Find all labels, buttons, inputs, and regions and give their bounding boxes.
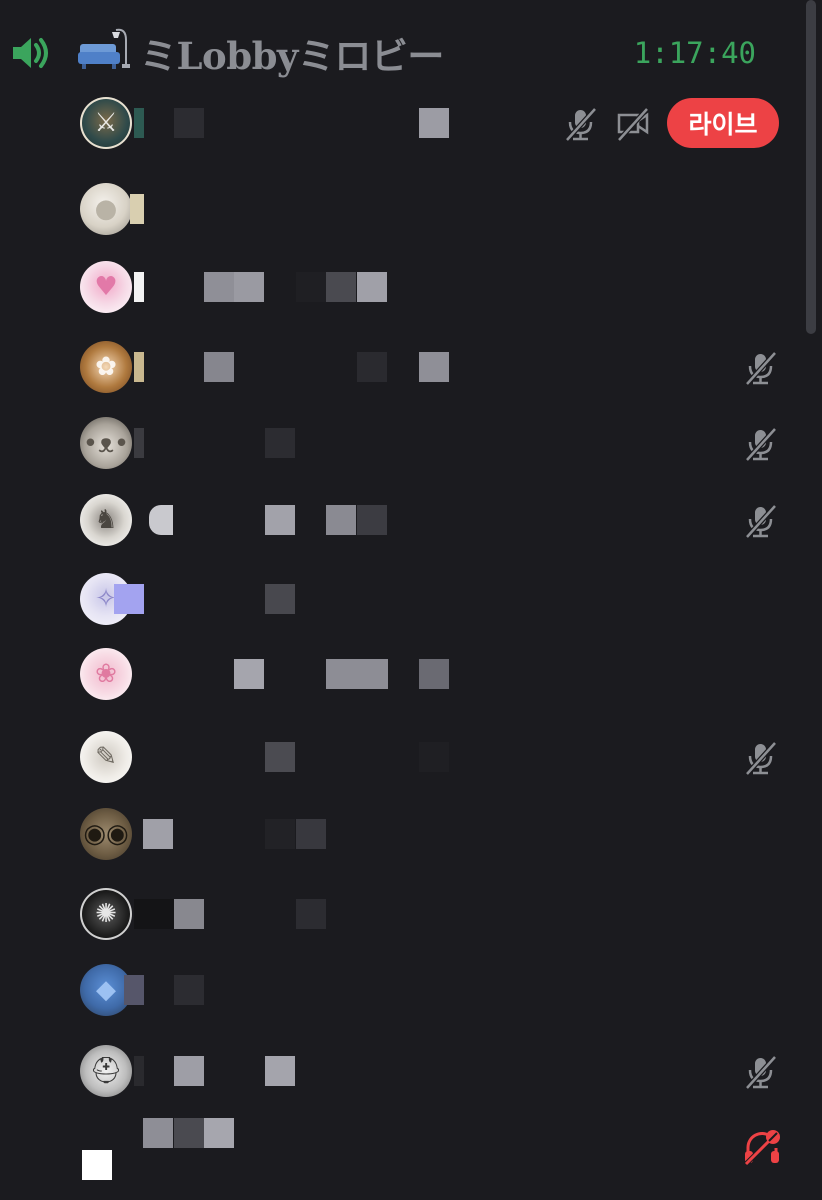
redacted-name-block bbox=[357, 505, 387, 535]
redacted-name-block bbox=[419, 659, 449, 689]
avatar: ⛑ bbox=[80, 1045, 132, 1097]
member-row[interactable]: ❀ bbox=[0, 643, 800, 705]
avatar: •ᴥ• bbox=[80, 417, 132, 469]
redacted-name-block bbox=[265, 428, 295, 458]
member-row[interactable]: ✿ bbox=[0, 336, 800, 398]
redacted-name-block bbox=[265, 1056, 295, 1086]
redacted-name-block bbox=[419, 742, 449, 772]
redacted-name-block bbox=[234, 659, 264, 689]
redacted-name-block bbox=[296, 819, 326, 849]
voice-channel-header[interactable]: ミLobbyミロビー 1:17:40 bbox=[0, 0, 800, 100]
redacted-name-block bbox=[204, 1118, 234, 1148]
avatar: ✎ bbox=[80, 731, 132, 783]
redacted-name-block bbox=[130, 194, 144, 224]
speaker-icon bbox=[13, 38, 48, 68]
call-timer: 1:17:40 bbox=[633, 36, 756, 70]
member-row[interactable] bbox=[0, 1102, 800, 1164]
avatar: ✺ bbox=[80, 888, 132, 940]
redacted-name-block bbox=[124, 975, 144, 1005]
deafened-headphones-icon bbox=[744, 1130, 780, 1166]
avatar: ♞ bbox=[80, 494, 132, 546]
redacted-name-block bbox=[134, 272, 144, 302]
member-row[interactable]: ◉◉ bbox=[0, 803, 800, 865]
mic-muted-icon bbox=[745, 427, 777, 462]
redacted-name-block bbox=[357, 272, 387, 302]
avatar-icon: ✺ bbox=[95, 899, 117, 929]
redacted-name-block bbox=[134, 352, 144, 382]
member-row[interactable]: ✺ bbox=[0, 883, 800, 945]
mic-muted-icon bbox=[565, 107, 597, 142]
redacted-name-block bbox=[204, 272, 234, 302]
redacted-name-block bbox=[149, 505, 173, 535]
avatar-icon: ✿ bbox=[95, 352, 117, 382]
avatar: ✿ bbox=[80, 341, 132, 393]
redacted-name-block bbox=[174, 1056, 204, 1086]
redacted-name-block bbox=[143, 819, 173, 849]
channel-name: ミLobbyミロビー bbox=[140, 34, 444, 78]
avatar: ❀ bbox=[80, 648, 132, 700]
avatar-icon: •ᴥ• bbox=[82, 428, 130, 459]
mic-muted-icon bbox=[745, 504, 777, 539]
redacted-name-block bbox=[265, 584, 295, 614]
redacted-name-block bbox=[134, 108, 144, 138]
avatar-icon: ⚔ bbox=[94, 108, 118, 138]
member-row[interactable]: ⚔ 라이브 bbox=[0, 92, 800, 154]
avatar bbox=[82, 1150, 112, 1180]
redacted-name-block bbox=[296, 272, 326, 302]
member-row[interactable]: ◆ bbox=[0, 959, 800, 1021]
redacted-name-block bbox=[265, 742, 295, 772]
redacted-name-block bbox=[134, 1056, 144, 1086]
redacted-name-block bbox=[204, 352, 234, 382]
redacted-name-block bbox=[326, 272, 356, 302]
mic-muted-icon bbox=[745, 1055, 777, 1090]
redacted-name-block bbox=[326, 659, 388, 689]
avatar: ◉◉ bbox=[80, 808, 132, 860]
member-row[interactable]: ⛑ bbox=[0, 1040, 800, 1102]
mic-muted-icon bbox=[745, 351, 777, 386]
avatar: ● bbox=[80, 183, 132, 235]
avatar-icon: ⛑ bbox=[89, 1056, 123, 1086]
scrollbar-thumb[interactable] bbox=[806, 0, 816, 334]
avatar-icon: ♞ bbox=[94, 505, 118, 535]
mic-muted-icon bbox=[745, 741, 777, 776]
member-row[interactable]: ♥ bbox=[0, 256, 800, 318]
avatar-icon: ♥ bbox=[94, 272, 118, 302]
avatar: ♥ bbox=[80, 261, 132, 313]
redacted-name-block bbox=[174, 1118, 204, 1148]
redacted-name-block bbox=[265, 505, 295, 535]
redacted-name-block bbox=[326, 505, 356, 535]
member-row[interactable]: ✧ bbox=[0, 568, 800, 630]
redacted-name-block bbox=[265, 819, 295, 849]
redacted-name-block bbox=[134, 899, 174, 929]
redacted-name-block bbox=[134, 428, 144, 458]
avatar-icon: ● bbox=[94, 194, 118, 224]
redacted-name-block bbox=[234, 272, 264, 302]
redacted-name-block bbox=[174, 108, 204, 138]
member-row[interactable]: •ᴥ• bbox=[0, 412, 800, 474]
avatar-icon: ❀ bbox=[95, 659, 117, 689]
member-row[interactable]: ♞ bbox=[0, 489, 800, 551]
redacted-name-block bbox=[419, 352, 449, 382]
member-row[interactable]: ✎ bbox=[0, 726, 800, 788]
video-off-icon bbox=[617, 107, 649, 142]
redacted-name-block bbox=[174, 975, 204, 1005]
avatar-icon: ✎ bbox=[95, 742, 117, 772]
redacted-name-block bbox=[174, 899, 204, 929]
redacted-name-block bbox=[357, 352, 387, 382]
couch-icon bbox=[78, 28, 130, 69]
live-badge[interactable]: 라이브 bbox=[667, 98, 779, 148]
redacted-name-block bbox=[114, 584, 144, 614]
redacted-name-block bbox=[419, 108, 449, 138]
redacted-name-block bbox=[296, 899, 326, 929]
avatar-icon: ◉◉ bbox=[83, 819, 129, 849]
avatar: ⚔ bbox=[80, 97, 132, 149]
member-row[interactable]: ● bbox=[0, 178, 800, 240]
redacted-name-block bbox=[143, 1118, 173, 1148]
